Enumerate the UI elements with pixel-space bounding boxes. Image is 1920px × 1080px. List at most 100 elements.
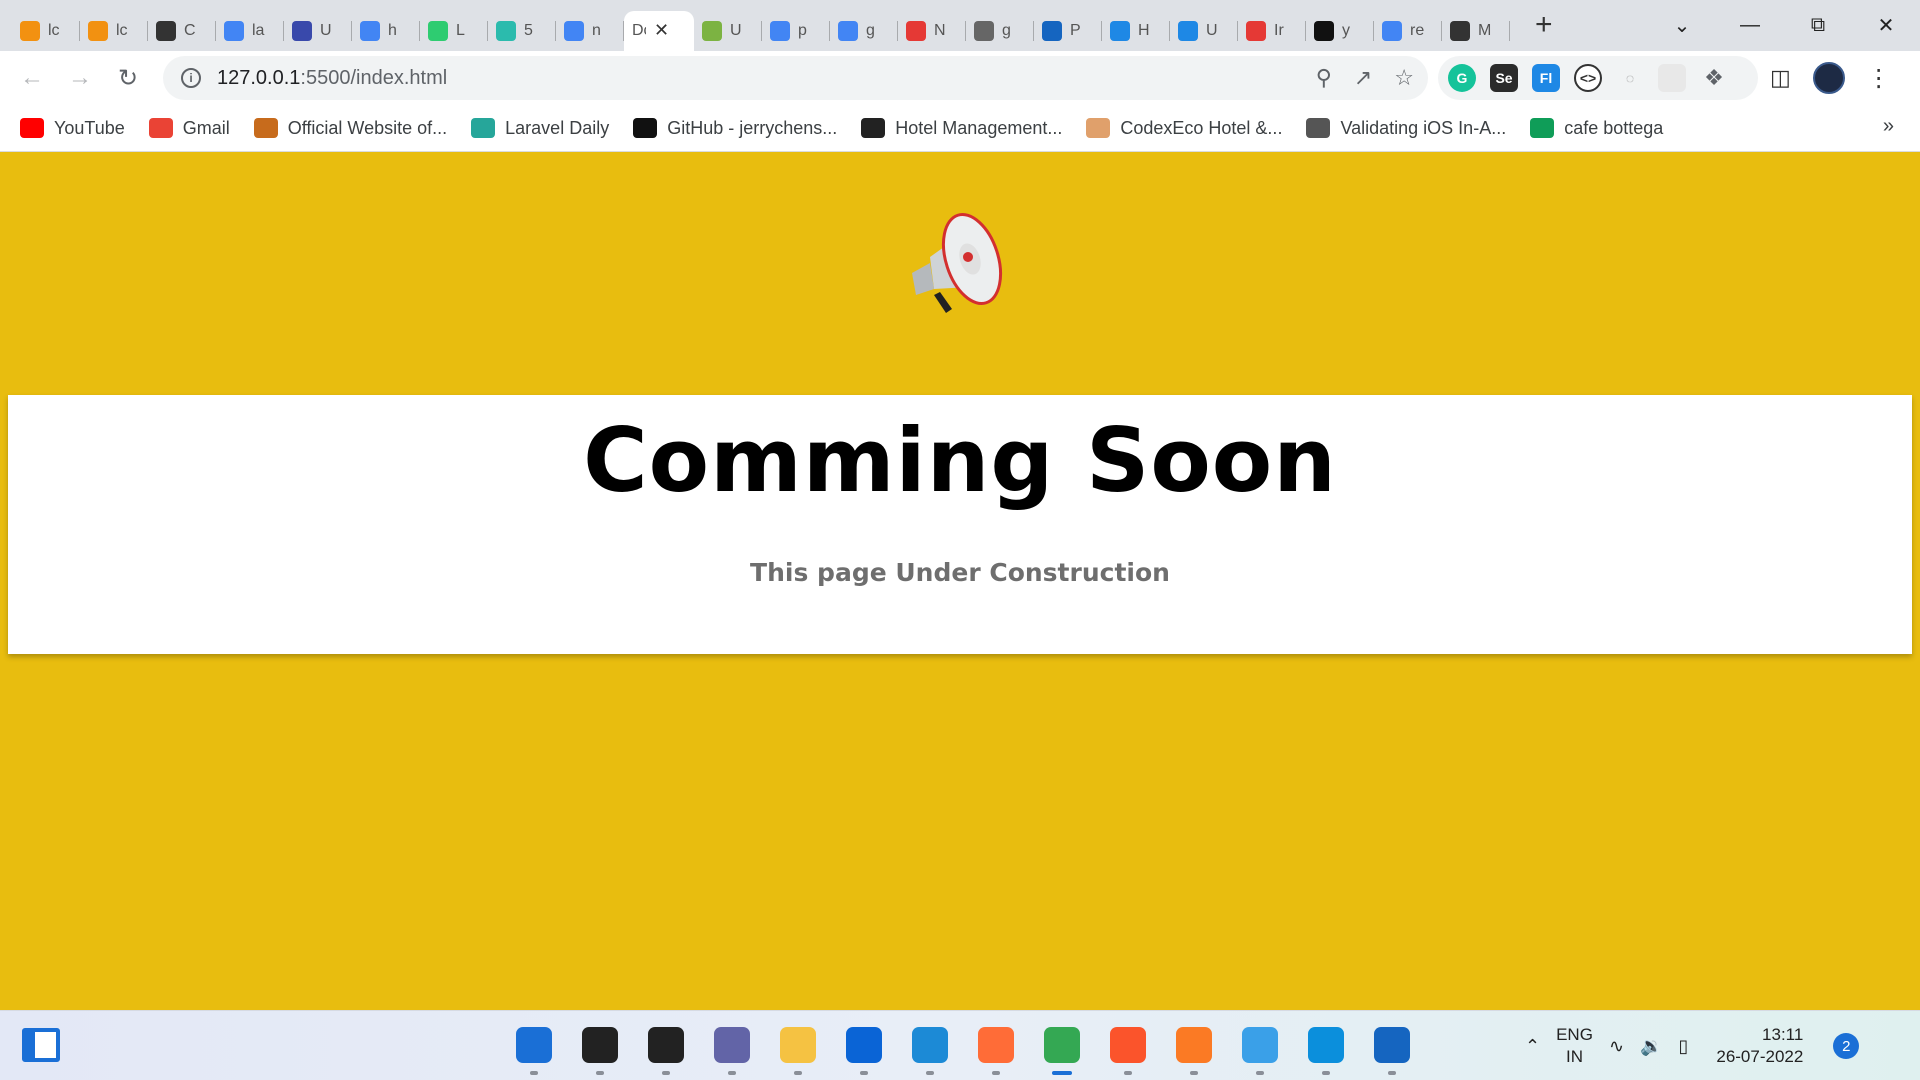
widgets-icon[interactable] — [22, 1028, 60, 1062]
hand-icon — [1086, 118, 1111, 138]
url-text[interactable]: 127.0.0.1:5500/index.html — [217, 67, 447, 90]
vscode-icon[interactable] — [906, 1021, 953, 1075]
volume-icon[interactable]: 🔉 — [1640, 1036, 1662, 1057]
postman-icon[interactable] — [972, 1021, 1019, 1075]
app-glyph — [1175, 1027, 1212, 1063]
mouse-extension-icon[interactable]: ◌ — [1616, 64, 1644, 92]
bookmark-item[interactable]: Hotel Management... — [861, 118, 1062, 139]
browser-tab[interactable]: N — [898, 11, 966, 51]
profile-avatar[interactable] — [1812, 62, 1845, 94]
chrome-icon[interactable] — [1038, 1021, 1085, 1075]
notepad-icon[interactable] — [1236, 1021, 1283, 1075]
browser-tab[interactable]: y — [1306, 11, 1374, 51]
minimize-button[interactable]: — — [1716, 0, 1784, 51]
side-panel-icon[interactable]: ◫ — [1770, 65, 1791, 91]
wifi-icon[interactable]: ∿ — [1609, 1036, 1624, 1057]
tab-label: lc — [116, 21, 128, 39]
bookmark-item[interactable]: cafe bottega — [1530, 118, 1663, 139]
xampp-icon[interactable] — [1170, 1021, 1217, 1075]
github-icon — [633, 118, 658, 138]
bookmark-item[interactable]: GitHub - jerrychens... — [633, 118, 837, 139]
region-code: IN — [1566, 1047, 1584, 1066]
browser-tab[interactable]: p — [762, 11, 830, 51]
task-view-icon[interactable] — [642, 1021, 689, 1075]
cloud-icon — [292, 20, 312, 41]
zoom-icon[interactable]: ⚲ — [1316, 65, 1332, 91]
reload-button[interactable]: ↻ — [104, 54, 152, 102]
code-extension-icon[interactable]: <> — [1574, 64, 1602, 92]
bookmark-item[interactable]: YouTube — [20, 118, 125, 139]
search-icon[interactable] — [576, 1021, 623, 1075]
browser-tab[interactable]: h — [352, 11, 420, 51]
browser-tab[interactable]: lc — [12, 11, 80, 51]
sheets-icon — [1530, 118, 1555, 138]
browser-tab[interactable]: U — [284, 11, 352, 51]
bookmark-item[interactable]: CodexEco Hotel &... — [1086, 118, 1282, 139]
photos-icon[interactable] — [1368, 1021, 1415, 1075]
address-bar[interactable]: i 127.0.0.1:5500/index.html ⚲ ↗ ☆ — [163, 56, 1428, 100]
language-indicator[interactable]: ENG IN — [1556, 1024, 1593, 1068]
browser-tab[interactable]: re — [1374, 11, 1442, 51]
battery-icon[interactable]: ▯ — [1678, 1036, 1688, 1057]
browser-tab[interactable]: 5 — [488, 11, 556, 51]
skype-icon[interactable] — [1302, 1021, 1349, 1075]
bookmark-item[interactable]: Validating iOS In-A... — [1306, 118, 1506, 139]
page-subtitle: This page Under Construction — [750, 558, 1170, 587]
app-glyph — [647, 1027, 684, 1063]
file-explorer-icon[interactable] — [774, 1021, 821, 1075]
forward-button[interactable]: → — [56, 54, 104, 102]
bookmark-star-icon[interactable]: ☆ — [1394, 65, 1414, 91]
bookmarks-overflow-icon[interactable]: » — [1883, 115, 1894, 138]
flutter-extension-icon[interactable]: Fl — [1532, 64, 1560, 92]
bookmark-item[interactable]: Gmail — [148, 118, 230, 139]
windows-start-icon[interactable] — [510, 1021, 557, 1075]
browser-toolbar: ← → ↻ i 127.0.0.1:5500/index.html ⚲ ↗ ☆ … — [0, 51, 1920, 105]
tray-overflow-icon[interactable]: ⌃ — [1525, 1036, 1540, 1057]
megaphone-icon — [912, 213, 1003, 313]
notification-badge[interactable]: 2 — [1833, 1033, 1860, 1059]
menu-kebab-icon[interactable]: ⋮ — [1867, 64, 1891, 93]
back-button[interactable]: ← — [8, 54, 56, 102]
tab-search-icon[interactable]: ⌄ — [1648, 0, 1716, 51]
site-info-icon[interactable]: i — [181, 68, 201, 88]
browser-tab[interactable]: P — [1034, 11, 1102, 51]
extensions-puzzle-icon[interactable]: ❖ — [1700, 64, 1728, 92]
close-window-button[interactable]: ✕ — [1852, 0, 1920, 51]
brave-icon[interactable] — [1104, 1021, 1151, 1075]
tab-label: n — [592, 21, 601, 39]
bookmark-label: Validating iOS In-A... — [1340, 117, 1507, 138]
mail-icon[interactable] — [840, 1021, 887, 1075]
bookmark-item[interactable]: Official Website of... — [253, 118, 447, 139]
browser-tab[interactable]: M — [1442, 11, 1510, 51]
teams-chat-icon[interactable] — [708, 1021, 755, 1075]
running-indicator — [925, 1071, 934, 1075]
browser-tab[interactable]: lc — [80, 11, 148, 51]
grammarly-extension-icon[interactable]: G — [1448, 64, 1476, 92]
browser-tab[interactable]: L — [420, 11, 488, 51]
profile-area: ◫ ⋮ — [1770, 56, 1891, 100]
restore-button[interactable]: ⧉ — [1784, 0, 1852, 51]
selenium-extension-icon[interactable]: Se — [1490, 64, 1518, 92]
google-icon — [224, 20, 244, 41]
browser-tab[interactable]: U — [694, 11, 762, 51]
browser-tab[interactable]: g — [966, 11, 1034, 51]
running-indicator — [1321, 1071, 1330, 1075]
browser-tab[interactable]: H — [1102, 11, 1170, 51]
browser-tab[interactable]: la — [216, 11, 284, 51]
google-icon — [770, 20, 790, 41]
new-tab-button[interactable]: + — [1535, 8, 1553, 42]
running-indicator — [595, 1071, 604, 1075]
browser-tab[interactable]: g — [830, 11, 898, 51]
browser-tab[interactable]: C — [148, 11, 216, 51]
tab-label: N — [934, 21, 946, 39]
clock[interactable]: 13:11 26-07-2022 — [1716, 1024, 1803, 1068]
browser-tab[interactable]: n — [556, 11, 624, 51]
browser-tab[interactable]: Ir — [1238, 11, 1306, 51]
blank-extension-icon[interactable] — [1658, 64, 1686, 92]
bookmark-item[interactable]: Laravel Daily — [471, 118, 609, 139]
share-icon[interactable]: ↗ — [1354, 65, 1372, 91]
browser-tab[interactable]: U — [1170, 11, 1238, 51]
close-tab-icon[interactable]: ✕ — [654, 20, 669, 41]
browser-tab[interactable]: Do ✕ — [624, 10, 694, 51]
globe-icon — [974, 20, 994, 41]
